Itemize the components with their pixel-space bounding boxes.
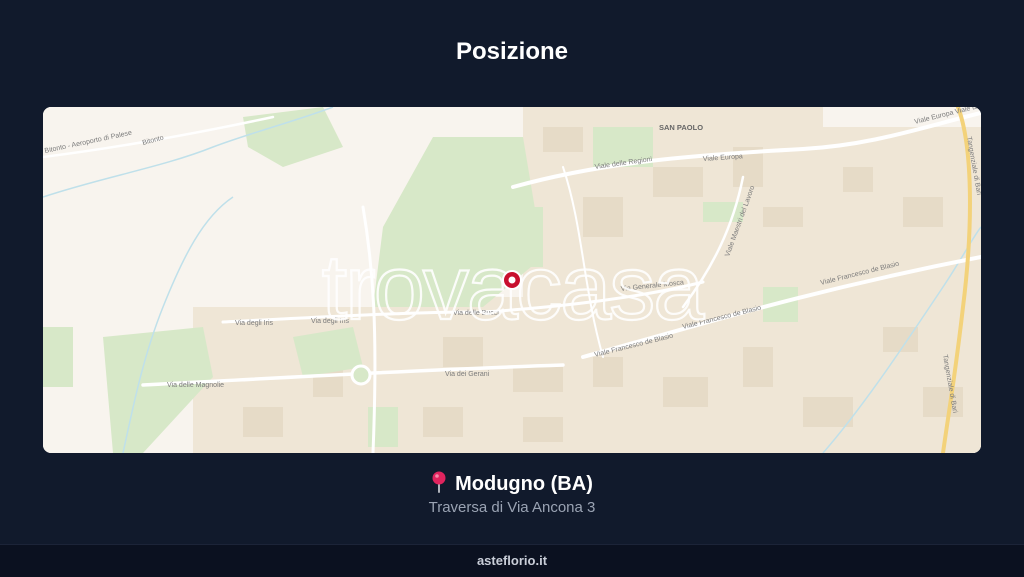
roundabout	[350, 364, 372, 386]
footer-site-link[interactable]: asteflorio.it	[477, 553, 547, 568]
page-title: Posizione	[455, 38, 569, 65]
location-city: Modugno (BA)	[455, 473, 593, 495]
road-label-iris-1: Via degli Iris	[235, 320, 274, 327]
round-pushpin-icon	[431, 471, 447, 499]
map-view[interactable]: SAN PAOLO Bitonto - Aeroporto di Palese …	[43, 107, 981, 453]
district-label: SAN PAOLO	[659, 123, 703, 132]
location-heading: Modugno (BA)	[0, 471, 1024, 499]
location-address: Traversa di Via Ancona 3	[428, 499, 596, 516]
road-label-gerani: Via dei Gerani	[445, 371, 490, 378]
map-canvas[interactable]: SAN PAOLO Bitonto - Aeroporto di Palese …	[43, 107, 981, 453]
road-label-magnolie: Via delle Magnolie	[167, 382, 224, 389]
map-marker-icon[interactable]	[502, 270, 522, 290]
footer: asteflorio.it	[0, 544, 1024, 577]
